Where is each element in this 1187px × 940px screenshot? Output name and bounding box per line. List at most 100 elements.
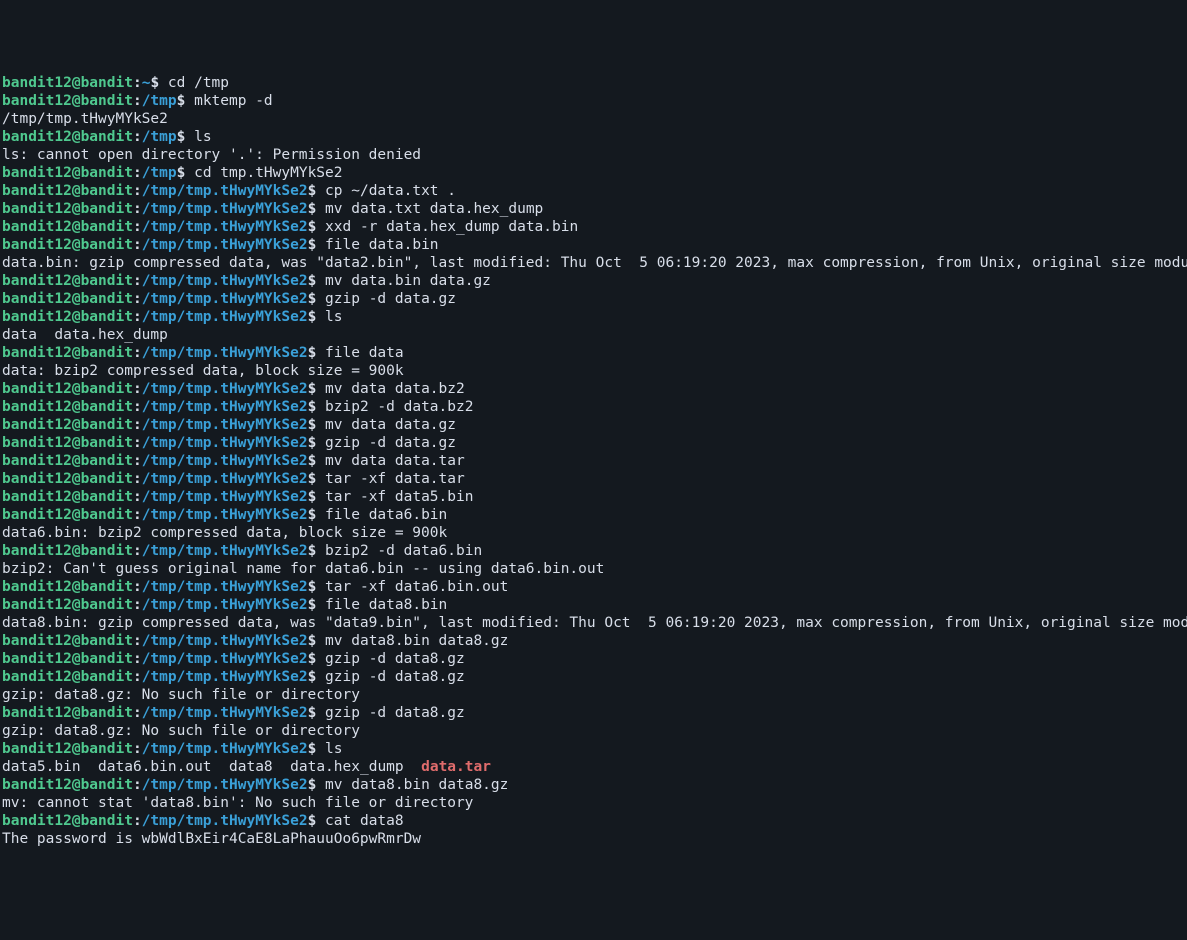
prompt-dollar: $ xyxy=(308,219,325,235)
prompt-colon: : xyxy=(133,309,142,325)
prompt-host: bandit xyxy=(81,381,133,397)
prompt-path: /tmp/tmp.tHwyMYkSe2 xyxy=(142,309,308,325)
prompt-path: /tmp/tmp.tHwyMYkSe2 xyxy=(142,273,308,289)
prompt-line: bandit12@bandit:/tmp/tmp.tHwyMYkSe2$ gzi… xyxy=(2,650,1185,668)
prompt-host: bandit xyxy=(81,435,133,451)
prompt-line: bandit12@bandit:/tmp/tmp.tHwyMYkSe2$ xxd… xyxy=(2,218,1185,236)
prompt-line: bandit12@bandit:/tmp/tmp.tHwyMYkSe2$ cat… xyxy=(2,812,1185,830)
prompt-colon: : xyxy=(133,471,142,487)
command-text: mv data data.gz xyxy=(325,417,456,433)
prompt-line: bandit12@bandit:/tmp/tmp.tHwyMYkSe2$ mv … xyxy=(2,452,1185,470)
prompt-at: @ xyxy=(72,345,81,361)
command-text: cp ~/data.txt . xyxy=(325,183,456,199)
prompt-host: bandit xyxy=(81,543,133,559)
prompt-dollar: $ xyxy=(308,417,325,433)
prompt-host: bandit xyxy=(81,597,133,613)
prompt-host: bandit xyxy=(81,93,133,109)
prompt-path: /tmp/tmp.tHwyMYkSe2 xyxy=(142,183,308,199)
prompt-colon: : xyxy=(133,597,142,613)
prompt-path: /tmp/tmp.tHwyMYkSe2 xyxy=(142,669,308,685)
prompt-path: /tmp/tmp.tHwyMYkSe2 xyxy=(142,399,308,415)
prompt-path: /tmp/tmp.tHwyMYkSe2 xyxy=(142,579,308,595)
prompt-at: @ xyxy=(72,777,81,793)
prompt-path: /tmp/tmp.tHwyMYkSe2 xyxy=(142,489,308,505)
prompt-host: bandit xyxy=(81,507,133,523)
prompt-colon: : xyxy=(133,93,142,109)
ls-item: data6.bin.out xyxy=(98,759,212,775)
command-text: mv data data.tar xyxy=(325,453,465,469)
prompt-dollar: $ xyxy=(308,273,325,289)
prompt-path: /tmp/tmp.tHwyMYkSe2 xyxy=(142,435,308,451)
prompt-path: /tmp/tmp.tHwyMYkSe2 xyxy=(142,633,308,649)
prompt-host: bandit xyxy=(81,309,133,325)
prompt-path: /tmp/tmp.tHwyMYkSe2 xyxy=(142,813,308,829)
prompt-colon: : xyxy=(133,651,142,667)
prompt-path: /tmp/tmp.tHwyMYkSe2 xyxy=(142,345,308,361)
prompt-colon: : xyxy=(133,381,142,397)
prompt-host: bandit xyxy=(81,183,133,199)
command-text: cd /tmp xyxy=(168,75,229,91)
prompt-path: /tmp/tmp.tHwyMYkSe2 xyxy=(142,705,308,721)
prompt-colon: : xyxy=(133,453,142,469)
prompt-colon: : xyxy=(133,417,142,433)
prompt-user: bandit12 xyxy=(2,381,72,397)
prompt-at: @ xyxy=(72,75,81,91)
prompt-line: bandit12@bandit:/tmp/tmp.tHwyMYkSe2$ gzi… xyxy=(2,668,1185,686)
ls-item: data.tar xyxy=(421,759,491,775)
prompt-line: bandit12@bandit:/tmp/tmp.tHwyMYkSe2$ tar… xyxy=(2,488,1185,506)
prompt-line: bandit12@bandit:/tmp/tmp.tHwyMYkSe2$ tar… xyxy=(2,470,1185,488)
command-text: cat data8 xyxy=(325,813,404,829)
prompt-user: bandit12 xyxy=(2,291,72,307)
prompt-path: /tmp/tmp.tHwyMYkSe2 xyxy=(142,651,308,667)
prompt-user: bandit12 xyxy=(2,705,72,721)
command-text: cd tmp.tHwyMYkSe2 xyxy=(194,165,342,181)
prompt-path: /tmp/tmp.tHwyMYkSe2 xyxy=(142,291,308,307)
prompt-line: bandit12@bandit:~$ cd /tmp xyxy=(2,74,1185,92)
prompt-host: bandit xyxy=(81,651,133,667)
prompt-host: bandit xyxy=(81,633,133,649)
prompt-dollar: $ xyxy=(308,597,325,613)
command-text: xxd -r data.hex_dump data.bin xyxy=(325,219,578,235)
prompt-at: @ xyxy=(72,165,81,181)
prompt-user: bandit12 xyxy=(2,309,72,325)
prompt-colon: : xyxy=(133,165,142,181)
prompt-host: bandit xyxy=(81,291,133,307)
prompt-colon: : xyxy=(133,777,142,793)
prompt-line: bandit12@bandit:/tmp/tmp.tHwyMYkSe2$ cp … xyxy=(2,182,1185,200)
output-line: gzip: data8.gz: No such file or director… xyxy=(2,722,1185,740)
output-line: data: bzip2 compressed data, block size … xyxy=(2,362,1185,380)
prompt-line: bandit12@bandit:/tmp/tmp.tHwyMYkSe2$ mv … xyxy=(2,272,1185,290)
prompt-at: @ xyxy=(72,201,81,217)
prompt-user: bandit12 xyxy=(2,435,72,451)
output-line: data.bin: gzip compressed data, was "dat… xyxy=(2,254,1185,272)
prompt-path: /tmp/tmp.tHwyMYkSe2 xyxy=(142,237,308,253)
prompt-line: bandit12@bandit:/tmp/tmp.tHwyMYkSe2$ bzi… xyxy=(2,542,1185,560)
command-text: ls xyxy=(194,129,211,145)
prompt-colon: : xyxy=(133,543,142,559)
command-text: ls xyxy=(325,309,342,325)
prompt-dollar: $ xyxy=(308,651,325,667)
prompt-colon: : xyxy=(133,507,142,523)
prompt-host: bandit xyxy=(81,399,133,415)
prompt-dollar: $ xyxy=(308,183,325,199)
prompt-dollar: $ xyxy=(308,669,325,685)
prompt-dollar: $ xyxy=(308,381,325,397)
output-line: data8.bin: gzip compressed data, was "da… xyxy=(2,614,1185,632)
command-text: bzip2 -d data.bz2 xyxy=(325,399,473,415)
command-text: tar -xf data.tar xyxy=(325,471,465,487)
prompt-at: @ xyxy=(72,543,81,559)
prompt-at: @ xyxy=(72,579,81,595)
prompt-user: bandit12 xyxy=(2,813,72,829)
prompt-host: bandit xyxy=(81,165,133,181)
prompt-dollar: $ xyxy=(308,579,325,595)
terminal-output[interactable]: bandit12@bandit:~$ cd /tmpbandit12@bandi… xyxy=(2,74,1185,848)
prompt-at: @ xyxy=(72,507,81,523)
prompt-user: bandit12 xyxy=(2,453,72,469)
command-text: mktemp -d xyxy=(194,93,273,109)
prompt-line: bandit12@bandit:/tmp$ ls xyxy=(2,128,1185,146)
prompt-at: @ xyxy=(72,489,81,505)
prompt-line: bandit12@bandit:/tmp/tmp.tHwyMYkSe2$ fil… xyxy=(2,344,1185,362)
output-line: /tmp/tmp.tHwyMYkSe2 xyxy=(2,110,1185,128)
prompt-host: bandit xyxy=(81,741,133,757)
prompt-dollar: $ xyxy=(308,471,325,487)
